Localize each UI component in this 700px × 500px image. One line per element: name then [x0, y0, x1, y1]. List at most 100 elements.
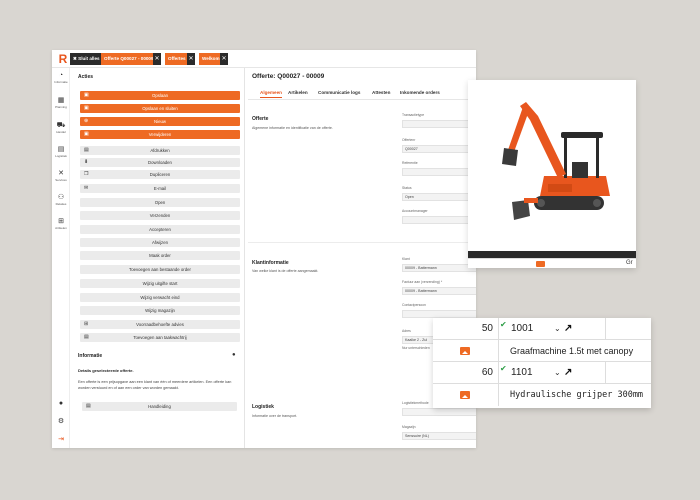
reference-field[interactable]	[402, 168, 476, 176]
field-label: Magazijn	[402, 425, 416, 429]
tab-underline	[248, 99, 476, 100]
change-warehouse-button[interactable]: Wijzig magazijn	[80, 306, 240, 315]
field-label: Offertenr	[402, 138, 416, 142]
field-label: Status	[402, 186, 412, 190]
button-label: Handleiding	[148, 404, 171, 409]
section-klant-title: Klantinformatie	[252, 260, 289, 266]
column-divider	[605, 318, 606, 340]
open-button[interactable]: Open	[80, 198, 240, 207]
sidebar: ◔ Informatie ▦ Planning ⛟ Handel ▤ Logis…	[52, 68, 70, 448]
table-row[interactable]: 50 ✔ 1001 ⌄ ↗	[433, 318, 651, 340]
open-external-icon[interactable]: ↗	[564, 362, 572, 384]
new-button[interactable]: ⊕ Nieuw	[80, 117, 240, 126]
field-label: Transactietype	[402, 113, 425, 117]
download-button[interactable]: ⬇ Downloaden	[80, 158, 240, 167]
open-external-icon[interactable]: ↗	[564, 318, 572, 340]
close-icon[interactable]: ✕	[220, 53, 228, 65]
user-button[interactable]: ●	[52, 400, 70, 408]
excavator-arm	[508, 104, 530, 152]
article-code-cell[interactable]: 1001	[511, 318, 533, 340]
sidebar-item-artikelen[interactable]: ⊞ Artikelen	[52, 218, 70, 230]
section-logistiek-title: Logistiek	[252, 404, 274, 410]
image-icon[interactable]	[460, 347, 470, 355]
tab-close-all[interactable]: ✖ Sluit alles	[70, 53, 103, 65]
contact-field[interactable]	[402, 310, 476, 318]
send-button[interactable]: Verzenden	[80, 211, 240, 220]
field-label: Factuur aan (verzending) *	[402, 280, 443, 284]
button-label: Verwijderen	[148, 132, 172, 137]
print-button[interactable]: ▤ Afdrukken	[80, 146, 240, 155]
duplicate-button[interactable]: ❐ Dupliceren	[80, 170, 240, 179]
change-start-button[interactable]: Wijzig uitgifte start	[80, 279, 240, 288]
button-label: Toevoegen aan taakwachtrij	[133, 335, 187, 340]
article-code-cell[interactable]: 1101	[511, 362, 533, 384]
image-footer: Gr	[468, 258, 636, 268]
customer-field[interactable]: 00009 - Battermann	[402, 264, 476, 272]
section-offerte-desc: Algemene informatie en identificatie van…	[252, 126, 333, 130]
canopy-roof	[561, 132, 603, 138]
sidebar-item-label: Informatie	[54, 80, 68, 84]
sidebar-item-services[interactable]: ✕ Services	[52, 170, 70, 182]
close-icon[interactable]: ✕	[187, 53, 195, 65]
quantity-cell[interactable]: 60	[433, 362, 497, 384]
stock-advice-button[interactable]: ⊞ Voorraadbehoefte advies	[80, 320, 240, 329]
queue-icon: ▤	[84, 334, 89, 340]
save-close-button[interactable]: ▣ Opslaan en sluiten	[80, 104, 240, 113]
table-row[interactable]: 60 ✔ 1101 ⌄ ↗	[433, 362, 651, 384]
account-manager-field[interactable]	[402, 216, 476, 224]
offer-number-field[interactable]: Q00027	[402, 145, 476, 153]
save-button[interactable]: ▣ Opslaan	[80, 91, 240, 100]
task-queue-button[interactable]: ▤ Toevoegen aan taakwachtrij	[80, 333, 240, 342]
button-label: Nieuw	[154, 119, 166, 124]
button-label: Dupliceren	[149, 172, 171, 177]
app-logo[interactable]: R	[57, 53, 69, 65]
save-close-icon: ▣	[84, 105, 89, 111]
tab-inkomende-orders[interactable]: Inkomende orders	[400, 90, 440, 95]
add-to-order-button[interactable]: Toevoegen aan bestaande order	[80, 265, 240, 274]
status-field[interactable]: Open	[402, 193, 476, 201]
sidebar-item-planning[interactable]: ▦ Planning	[52, 97, 70, 109]
tab-attesten[interactable]: Attesten	[372, 90, 390, 95]
logistics-method-field[interactable]	[402, 408, 476, 416]
gear-icon: ⚙	[57, 418, 65, 425]
article-description-cell: Hydraulische grijper 300mm	[510, 390, 644, 400]
button-label: Afdrukken	[150, 148, 170, 153]
table-row[interactable]: Graafmachine 1.5t met canopy	[433, 340, 651, 362]
sidebar-item-label: Handel	[56, 130, 66, 134]
logout-button[interactable]: ⇥	[52, 436, 70, 444]
chevron-down-icon[interactable]: ⌄	[554, 362, 561, 384]
settings-button[interactable]: ⚙	[52, 418, 70, 426]
sidebar-item-relaties[interactable]: ⚇ Relaties	[52, 194, 70, 206]
delete-button[interactable]: ▣ Verwijderen	[80, 130, 240, 139]
email-button[interactable]: ✉ E-mail	[80, 184, 240, 193]
chevron-down-icon[interactable]: ⌄	[554, 318, 561, 340]
accept-button[interactable]: Accepteren	[80, 225, 240, 234]
tab-artikelen[interactable]: Artikelen	[288, 90, 308, 95]
image-icon[interactable]	[536, 261, 545, 267]
make-order-button[interactable]: Maak order	[80, 251, 240, 260]
relations-icon: ⚇	[57, 194, 65, 201]
tab-communicatie-logs[interactable]: Communicatie logs	[318, 90, 360, 95]
tab-offerte-detail[interactable]: Offerte Q00027 - 00009	[101, 53, 157, 65]
tab-welkom[interactable]: Welkom	[199, 53, 223, 65]
transaction-type-field[interactable]	[402, 120, 476, 128]
field-label: Adres	[402, 329, 411, 333]
sidebar-item-logistiek[interactable]: ▤ Logistiek	[52, 146, 70, 158]
reject-button[interactable]: Afwijzen	[80, 238, 240, 247]
invoice-to-field[interactable]: 00009 - Battermann	[402, 287, 476, 295]
tab-offertes[interactable]: Offertes	[165, 53, 189, 65]
check-icon: ✔	[500, 364, 507, 373]
close-icon[interactable]: ✕	[153, 53, 161, 65]
table-row[interactable]: Hydraulische grijper 300mm	[433, 384, 651, 406]
sidebar-item-handel[interactable]: ⛟ Handel	[52, 122, 70, 134]
button-label: E-mail	[153, 186, 167, 191]
sidebar-item-informatie[interactable]: ◔ Informatie	[52, 72, 70, 84]
image-icon[interactable]	[460, 391, 470, 399]
info-icon[interactable]: ●	[232, 352, 236, 358]
change-end-button[interactable]: Wijzig verwacht eind	[80, 293, 240, 302]
quantity-cell[interactable]: 50	[433, 318, 497, 340]
manual-button[interactable]: ▤ Handleiding	[82, 402, 237, 411]
warehouse-field[interactable]: Senssuire (NL)	[402, 432, 476, 440]
copy-icon: ❐	[84, 171, 89, 177]
tab-algemeen[interactable]: Algemeen	[260, 90, 282, 98]
